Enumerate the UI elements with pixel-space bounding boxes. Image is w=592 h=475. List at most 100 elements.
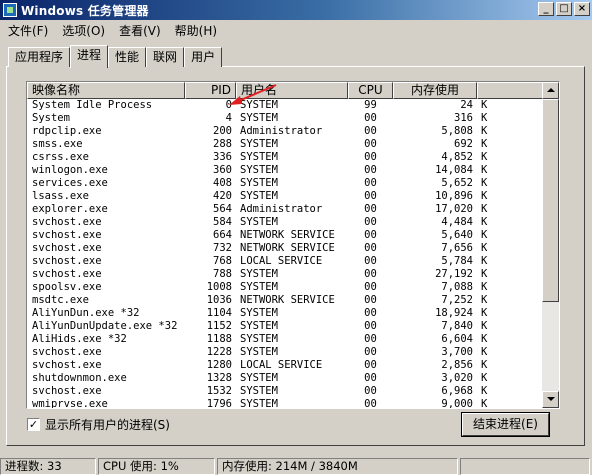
table-row[interactable]: explorer.exe 564 Administrator 00 17,020 K [27, 203, 543, 216]
table-row[interactable]: csrss.exe 336 SYSTEM 00 4,852 K [27, 151, 543, 164]
table-row[interactable]: svchost.exe 584 SYSTEM 00 4,484 K [27, 216, 543, 229]
process-user: LOCAL SERVICE [240, 255, 323, 267]
tab-processes[interactable]: 进程 [70, 45, 109, 68]
status-memory-usage: 内存使用: 214M / 3840M [217, 458, 458, 475]
process-cpu: 00 [364, 242, 377, 254]
table-row[interactable]: svchost.exe 732 NETWORK SERVICE 00 7,656 K [27, 242, 543, 255]
status-cpu-usage: CPU 使用: 1% [98, 458, 215, 475]
process-user: SYSTEM [240, 333, 278, 345]
process-name: csrss.exe [32, 151, 89, 163]
column-header-filler [477, 82, 543, 99]
process-pid: 200 [213, 125, 232, 137]
process-user: SYSTEM [240, 307, 278, 319]
menu-view[interactable]: 查看(V) [111, 22, 167, 39]
column-header-user[interactable]: 用户名 [236, 82, 348, 99]
menu-help[interactable]: 帮助(H) [167, 22, 223, 39]
process-memory-unit: K [481, 242, 488, 254]
process-pid: 288 [213, 138, 232, 150]
menu-file[interactable]: 文件(F) [0, 22, 54, 39]
end-process-button[interactable]: 结束进程(E) [461, 412, 550, 437]
column-header-name[interactable]: 映像名称 [27, 82, 185, 99]
table-row[interactable]: svchost.exe 664 NETWORK SERVICE 00 5,640 K [27, 229, 543, 242]
table-row[interactable]: spoolsv.exe 1008 SYSTEM 00 7,088 K [27, 281, 543, 294]
title-bar[interactable]: Windows 任务管理器 _ □ × [0, 0, 592, 20]
column-header-cpu[interactable]: CPU [348, 82, 393, 99]
process-user: SYSTEM [240, 268, 278, 280]
process-memory-unit: K [481, 151, 488, 163]
scroll-down-icon[interactable] [542, 391, 559, 408]
process-user: SYSTEM [240, 151, 278, 163]
process-memory: 24 [460, 99, 473, 111]
process-cpu: 00 [364, 294, 377, 306]
table-row[interactable]: wmiprvse.exe 1796 SYSTEM 00 9,000 K [27, 398, 543, 409]
scroll-up-icon[interactable] [542, 82, 559, 99]
tab-applications[interactable]: 应用程序 [8, 47, 71, 67]
process-list[interactable]: 映像名称 PID 用户名 CPU 内存使用 System Idle Proces… [26, 81, 560, 409]
process-memory: 14,084 [435, 164, 473, 176]
minimize-button[interactable]: _ [538, 2, 554, 16]
process-name: spoolsv.exe [32, 281, 102, 293]
process-cpu: 00 [364, 203, 377, 215]
table-row[interactable]: lsass.exe 420 SYSTEM 00 10,896 K [27, 190, 543, 203]
table-row[interactable]: AliYunDun.exe *32 1104 SYSTEM 00 18,924 K [27, 307, 543, 320]
show-all-users-label[interactable]: 显示所有用户的进程(S) [45, 416, 170, 433]
table-row[interactable]: smss.exe 288 SYSTEM 00 692 K [27, 138, 543, 151]
table-row[interactable]: AliYunDunUpdate.exe *32 1152 SYSTEM 00 7,840… [27, 320, 543, 333]
tab-performance[interactable]: 性能 [108, 47, 147, 67]
menu-options[interactable]: 选项(O) [54, 22, 111, 39]
table-row[interactable]: svchost.exe 788 SYSTEM 00 27,192 K [27, 268, 543, 281]
table-row[interactable]: svchost.exe 1532 SYSTEM 00 6,968 K [27, 385, 543, 398]
process-cpu: 00 [364, 307, 377, 319]
process-name: svchost.exe [32, 216, 102, 228]
process-user: SYSTEM [240, 398, 278, 409]
process-cpu: 00 [364, 398, 377, 409]
close-button[interactable]: × [574, 2, 590, 16]
process-name: System [32, 112, 70, 124]
process-name: svchost.exe [32, 268, 102, 280]
process-memory-unit: K [481, 203, 488, 215]
process-memory-unit: K [481, 190, 488, 202]
process-name: wmiprvse.exe [32, 398, 108, 409]
table-row[interactable]: rdpclip.exe 200 Administrator 00 5,808 K [27, 125, 543, 138]
table-row[interactable]: shutdownmon.exe 1328 SYSTEM 00 3,020 K [27, 372, 543, 385]
show-all-users-row[interactable]: ✓ 显示所有用户的进程(S) [27, 416, 170, 433]
column-header-memory[interactable]: 内存使用 [393, 82, 477, 99]
process-cpu: 00 [364, 333, 377, 345]
menu-bar: 文件(F) 选项(O) 查看(V) 帮助(H) [0, 21, 223, 39]
table-row[interactable]: svchost.exe 1280 LOCAL SERVICE 00 2,856 K [27, 359, 543, 372]
table-row[interactable]: svchost.exe 1228 SYSTEM 00 3,700 K [27, 346, 543, 359]
process-memory: 7,840 [441, 320, 473, 332]
process-memory: 10,896 [435, 190, 473, 202]
table-row[interactable]: System Idle Process 0 SYSTEM 99 24 K [27, 99, 543, 112]
column-header-pid[interactable]: PID [185, 82, 236, 99]
process-name: System Idle Process [32, 99, 153, 111]
process-pid: 732 [213, 242, 232, 254]
tab-users[interactable]: 用户 [184, 47, 223, 67]
process-cpu: 00 [364, 385, 377, 397]
process-pid: 1228 [206, 346, 232, 358]
process-memory-unit: K [481, 294, 488, 306]
process-cpu: 00 [364, 359, 377, 371]
table-row[interactable]: services.exe 408 SYSTEM 00 5,652 K [27, 177, 543, 190]
table-row[interactable]: msdtc.exe 1036 NETWORK SERVICE 00 7,252 K [27, 294, 543, 307]
process-user: SYSTEM [240, 320, 278, 332]
status-empty [460, 458, 590, 475]
process-cpu: 00 [364, 216, 377, 228]
process-cpu: 00 [364, 255, 377, 267]
process-memory-unit: K [481, 385, 488, 397]
maximize-button[interactable]: □ [556, 2, 572, 16]
process-pid: 788 [213, 268, 232, 280]
table-row[interactable]: System 4 SYSTEM 00 316 K [27, 112, 543, 125]
process-memory: 6,968 [441, 385, 473, 397]
show-all-users-checkbox[interactable]: ✓ [27, 418, 40, 431]
table-row[interactable]: svchost.exe 768 LOCAL SERVICE 00 5,784 K [27, 255, 543, 268]
table-row[interactable]: winlogon.exe 360 SYSTEM 00 14,084 K [27, 164, 543, 177]
vertical-scrollbar[interactable] [542, 82, 559, 408]
process-name: explorer.exe [32, 203, 108, 215]
process-memory-unit: K [481, 307, 488, 319]
tab-networking[interactable]: 联网 [146, 47, 185, 67]
process-pid: 768 [213, 255, 232, 267]
table-row[interactable]: AliHids.exe *32 1188 SYSTEM 00 6,604 K [27, 333, 543, 346]
scroll-thumb[interactable] [542, 99, 559, 302]
process-cpu: 00 [364, 268, 377, 280]
